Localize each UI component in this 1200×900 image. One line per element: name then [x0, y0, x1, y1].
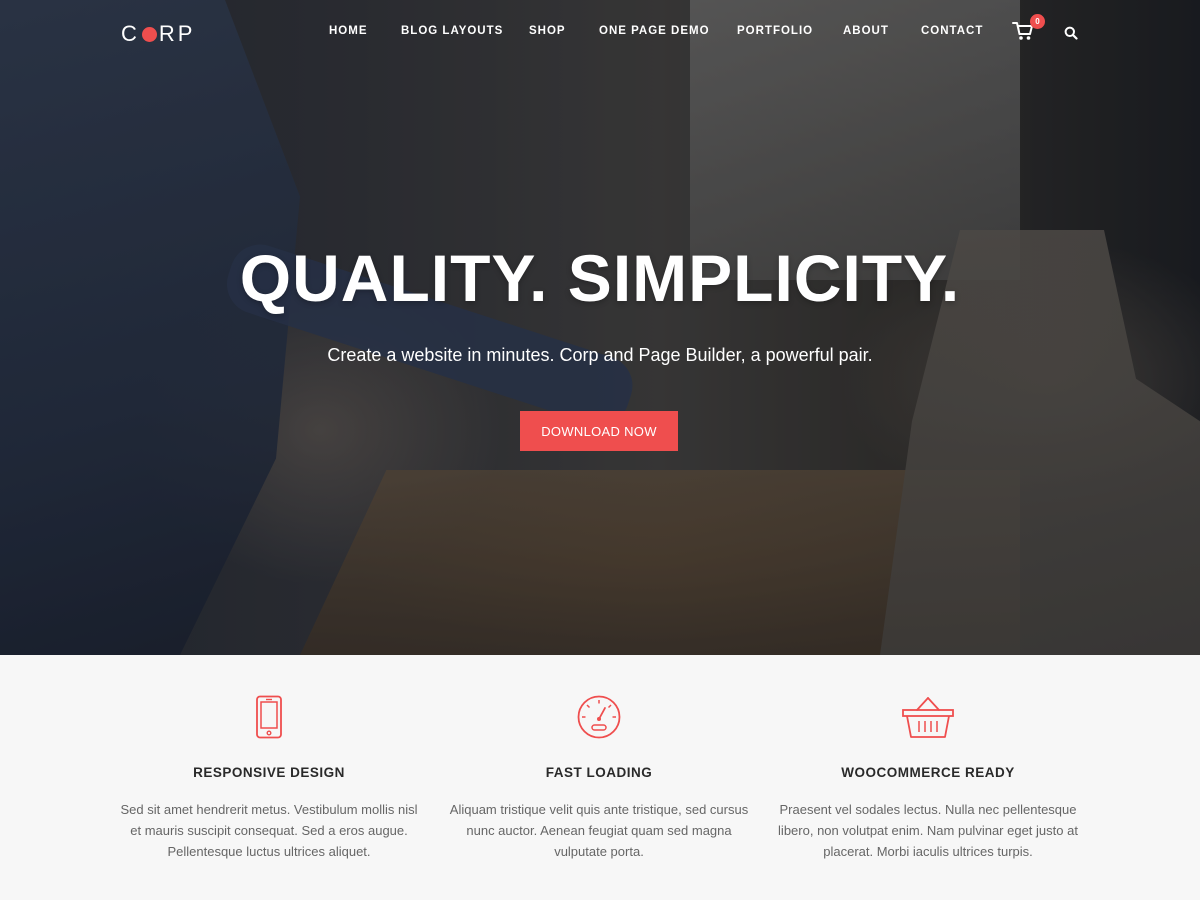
speedometer-icon	[577, 695, 621, 743]
feature-text: Praesent vel sodales lectus. Nulla nec p…	[778, 802, 1078, 859]
feature-text: Sed sit amet hendrerit metus. Vestibulum…	[120, 802, 418, 859]
feature-title: RESPONSIVE DESIGN	[193, 765, 345, 780]
nav-item-about[interactable]: ABOUT	[843, 25, 889, 37]
hero-title: QUALITY. SIMPLICITY.	[239, 241, 961, 315]
nav-item-shop[interactable]: SHOP	[529, 25, 566, 37]
top-navigation: C RP HOME BLOG LAYOUTS SHOP ONE PAGE DEM…	[0, 0, 1200, 62]
nav-item-home[interactable]: HOME	[329, 25, 368, 37]
hero-section: QUALITY. SIMPLICITY. Create a website in…	[0, 0, 1200, 655]
nav-item-blog-layouts[interactable]: BLOG LAYOUTS	[401, 25, 503, 37]
search-icon[interactable]	[1064, 25, 1078, 40]
download-now-button[interactable]: DOWNLOAD NOW	[520, 411, 678, 451]
cart-count-badge: 0	[1030, 14, 1045, 29]
hero-overlay	[0, 0, 1200, 655]
nav-item-portfolio[interactable]: PORTFOLIO	[737, 25, 813, 37]
feature-text: Aliquam tristique velit quis ante tristi…	[449, 802, 749, 859]
hero-subtitle: Create a website in minutes. Corp and Pa…	[327, 345, 873, 365]
nav-item-contact[interactable]: CONTACT	[921, 25, 983, 37]
feature-title: WOOCOMMERCE READY	[841, 765, 1015, 780]
feature-title: FAST LOADING	[545, 765, 653, 780]
basket-icon	[901, 695, 955, 743]
nav-item-one-page-demo[interactable]: ONE PAGE DEMO	[599, 25, 710, 37]
features-section: RESPONSIVE DESIGN Sed sit amet hendrerit…	[0, 655, 1200, 900]
smartphone-icon	[255, 695, 283, 743]
